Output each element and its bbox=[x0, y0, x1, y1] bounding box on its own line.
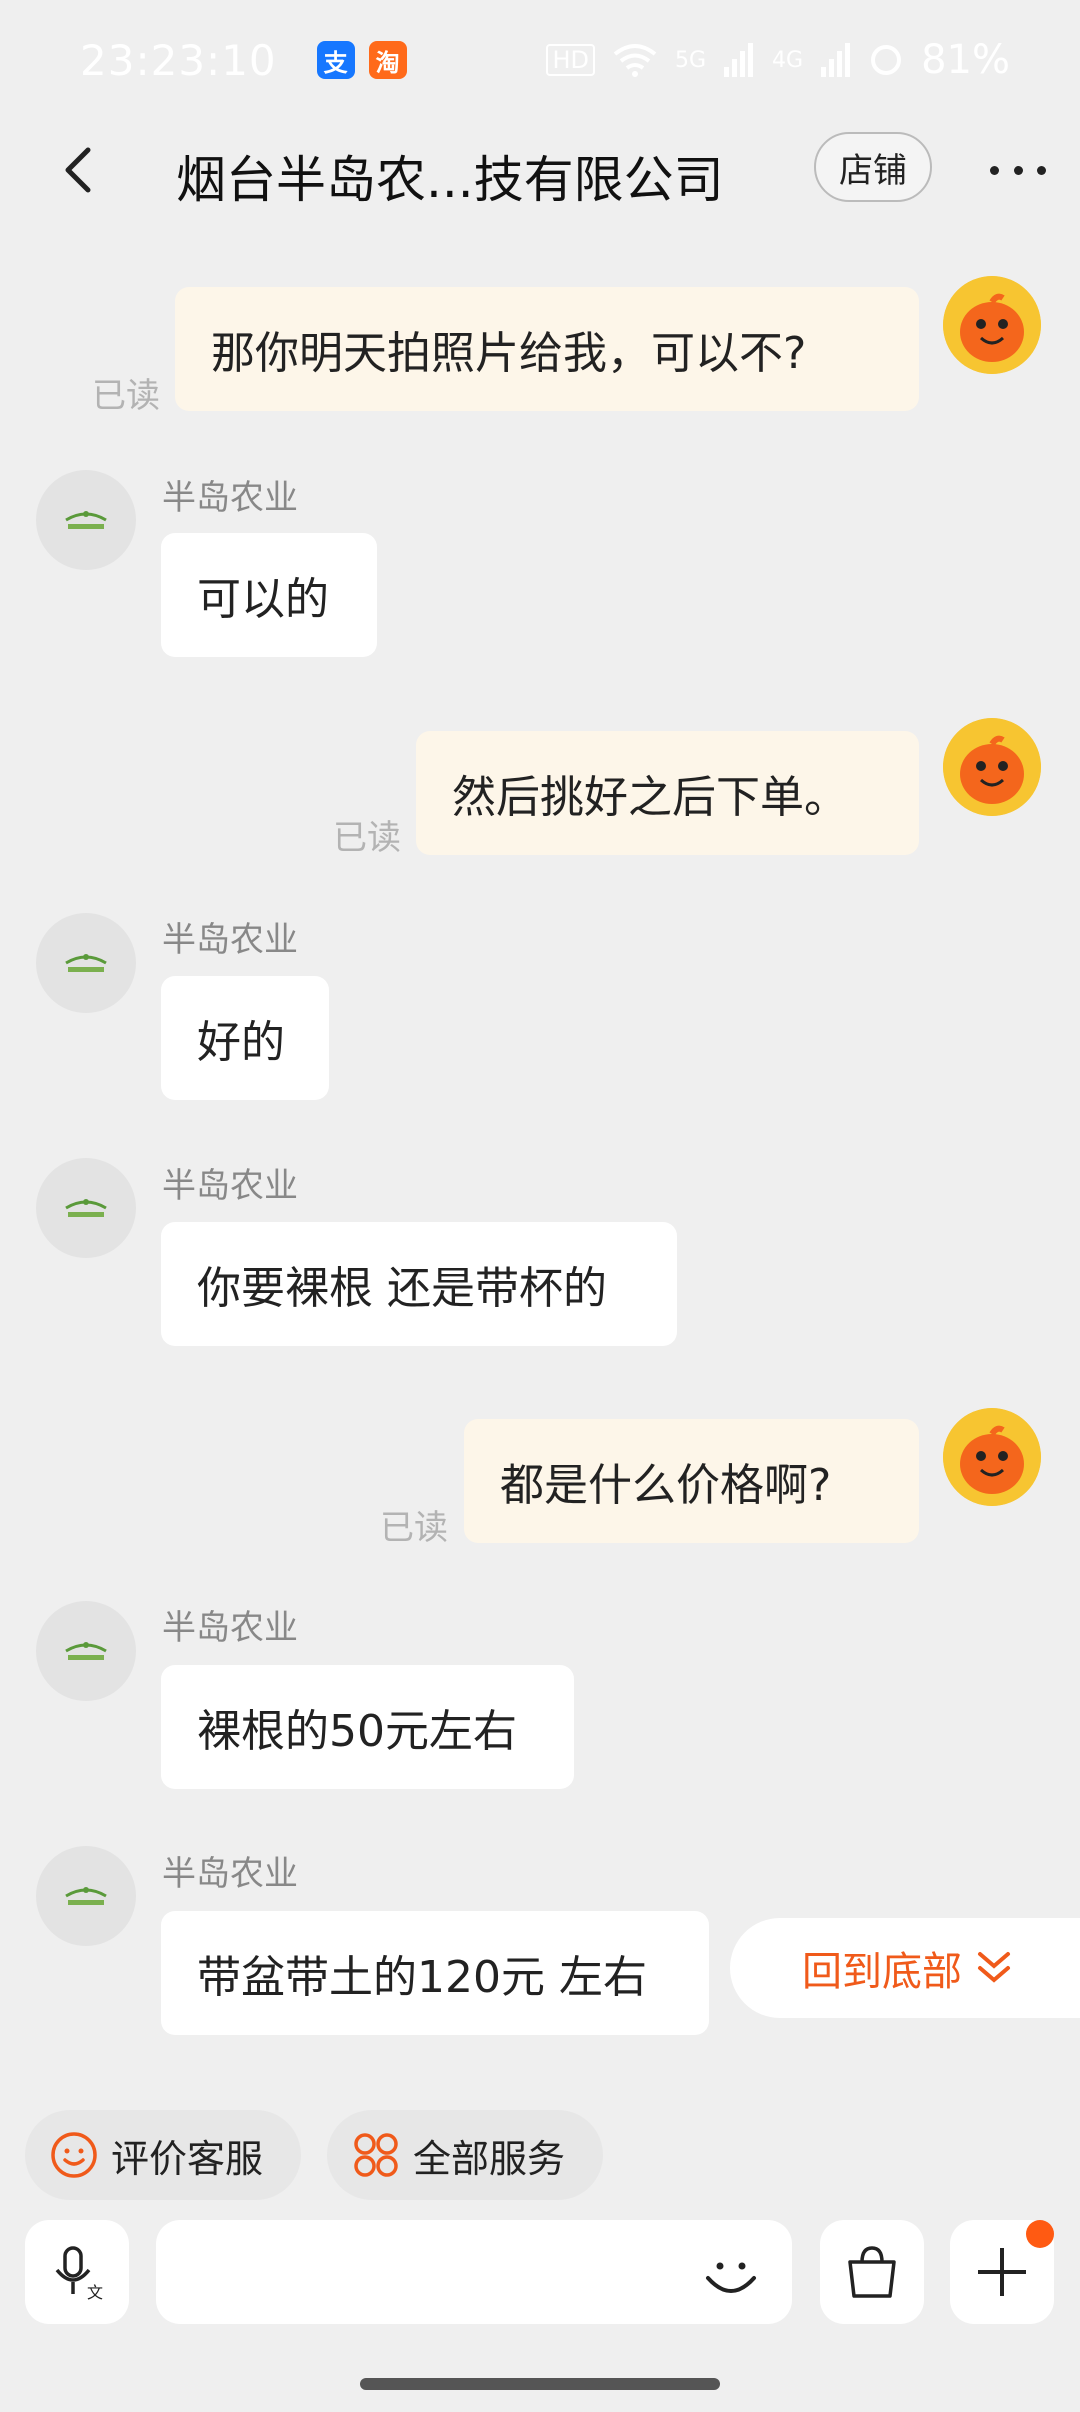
more-dot bbox=[1013, 165, 1023, 175]
back-to-bottom-label: 回到底部 bbox=[802, 1949, 962, 1995]
my-avatar[interactable] bbox=[943, 1408, 1041, 1506]
shop-avatar[interactable] bbox=[36, 1601, 136, 1701]
chat-header: 烟台半岛农...技有限公司 店铺 bbox=[0, 120, 1080, 220]
sender-name: 半岛农业 bbox=[162, 1608, 298, 1648]
emoji-button[interactable] bbox=[700, 2242, 762, 2304]
shop-avatar[interactable] bbox=[36, 1158, 136, 1258]
more-dot bbox=[990, 165, 999, 175]
shop-avatar[interactable] bbox=[36, 913, 136, 1013]
more-dot bbox=[1037, 165, 1046, 175]
back-button[interactable] bbox=[50, 140, 110, 200]
status-bar: 23:23:10 支 淘 HD 5G 4G 81% bbox=[0, 0, 1080, 120]
alipay-icon: 支 bbox=[316, 41, 355, 79]
voice-input-button[interactable]: 文 bbox=[25, 2220, 129, 2324]
sender-name: 半岛农业 bbox=[162, 920, 298, 960]
wifi-icon bbox=[613, 44, 657, 77]
battery-ring-icon bbox=[871, 45, 902, 75]
signal-bars-icon bbox=[724, 43, 754, 77]
message-bubble-theirs[interactable]: 好的 bbox=[161, 976, 329, 1100]
back-to-bottom-button[interactable]: 回到底部 bbox=[730, 1918, 1080, 2018]
my-avatar[interactable] bbox=[943, 718, 1041, 816]
shopping-bag-icon bbox=[848, 2246, 896, 2298]
all-services-label: 全部服务 bbox=[413, 2136, 566, 2181]
message-bubble-mine[interactable]: 然后挑好之后下单。 bbox=[416, 731, 919, 855]
rate-service-chip[interactable]: 评价客服 bbox=[25, 2110, 301, 2200]
page-title: 烟台半岛农...技有限公司 bbox=[176, 151, 724, 209]
status-indicators: HD 5G 4G 81% bbox=[546, 37, 1010, 83]
mascot-avatar-icon bbox=[943, 1408, 1041, 1506]
rate-service-label: 评价客服 bbox=[111, 2136, 264, 2181]
taobao-icon: 淘 bbox=[368, 41, 407, 79]
status-time: 23:23:10 bbox=[80, 35, 277, 85]
order-bag-button[interactable] bbox=[820, 2220, 924, 2324]
all-services-chip[interactable]: 全部服务 bbox=[327, 2110, 603, 2200]
shop-avatar[interactable] bbox=[36, 1846, 136, 1946]
message-bubble-mine[interactable]: 那你明天拍照片给我，可以不? bbox=[175, 287, 919, 411]
signal-bars-2-icon bbox=[821, 43, 851, 77]
mascot-avatar-icon bbox=[943, 718, 1041, 816]
read-status: 已读 bbox=[92, 376, 160, 416]
shop-logo-icon bbox=[65, 954, 107, 972]
mascot-avatar-icon bbox=[943, 276, 1041, 374]
smile-icon bbox=[51, 2132, 97, 2178]
shop-logo-icon bbox=[65, 1887, 107, 1905]
message-bubble-theirs[interactable]: 你要裸根 还是带杯的 bbox=[161, 1222, 677, 1346]
shop-logo-icon bbox=[65, 1642, 107, 1660]
sender-name: 半岛农业 bbox=[162, 1166, 298, 1206]
shop-avatar[interactable] bbox=[36, 470, 136, 570]
hd-icon: HD bbox=[546, 44, 595, 76]
shop-logo-icon bbox=[65, 1199, 107, 1217]
more-menu-button[interactable] bbox=[990, 146, 1046, 194]
double-chevron-down-icon bbox=[978, 1952, 1010, 1983]
store-button[interactable]: 店铺 bbox=[814, 132, 932, 202]
battery-level: 81% bbox=[921, 37, 1010, 83]
notification-dot bbox=[1026, 2220, 1054, 2248]
grid-icon bbox=[354, 2133, 398, 2177]
message-bubble-mine[interactable]: 都是什么价格啊? bbox=[464, 1419, 919, 1543]
home-indicator[interactable] bbox=[360, 2378, 720, 2390]
microphone-translate-icon: 文 bbox=[55, 2246, 103, 2302]
shop-logo-icon bbox=[65, 511, 107, 529]
sender-name: 半岛农业 bbox=[162, 478, 298, 518]
message-bubble-theirs[interactable]: 裸根的50元左右 bbox=[161, 1665, 574, 1789]
signal-5g-icon: 5G bbox=[675, 47, 707, 73]
signal-4g-icon: 4G bbox=[772, 47, 804, 73]
svg-text:文: 文 bbox=[87, 2283, 103, 2302]
message-bubble-theirs[interactable]: 可以的 bbox=[161, 533, 377, 657]
my-avatar[interactable] bbox=[943, 276, 1041, 374]
input-bar: 文 bbox=[0, 2220, 1080, 2330]
read-status: 已读 bbox=[380, 1508, 448, 1548]
plus-icon bbox=[978, 2248, 1026, 2296]
message-bubble-theirs[interactable]: 带盆带土的120元 左右 bbox=[161, 1911, 709, 2035]
read-status: 已读 bbox=[333, 818, 401, 858]
sender-name: 半岛农业 bbox=[162, 1854, 298, 1894]
message-input[interactable] bbox=[156, 2220, 792, 2324]
